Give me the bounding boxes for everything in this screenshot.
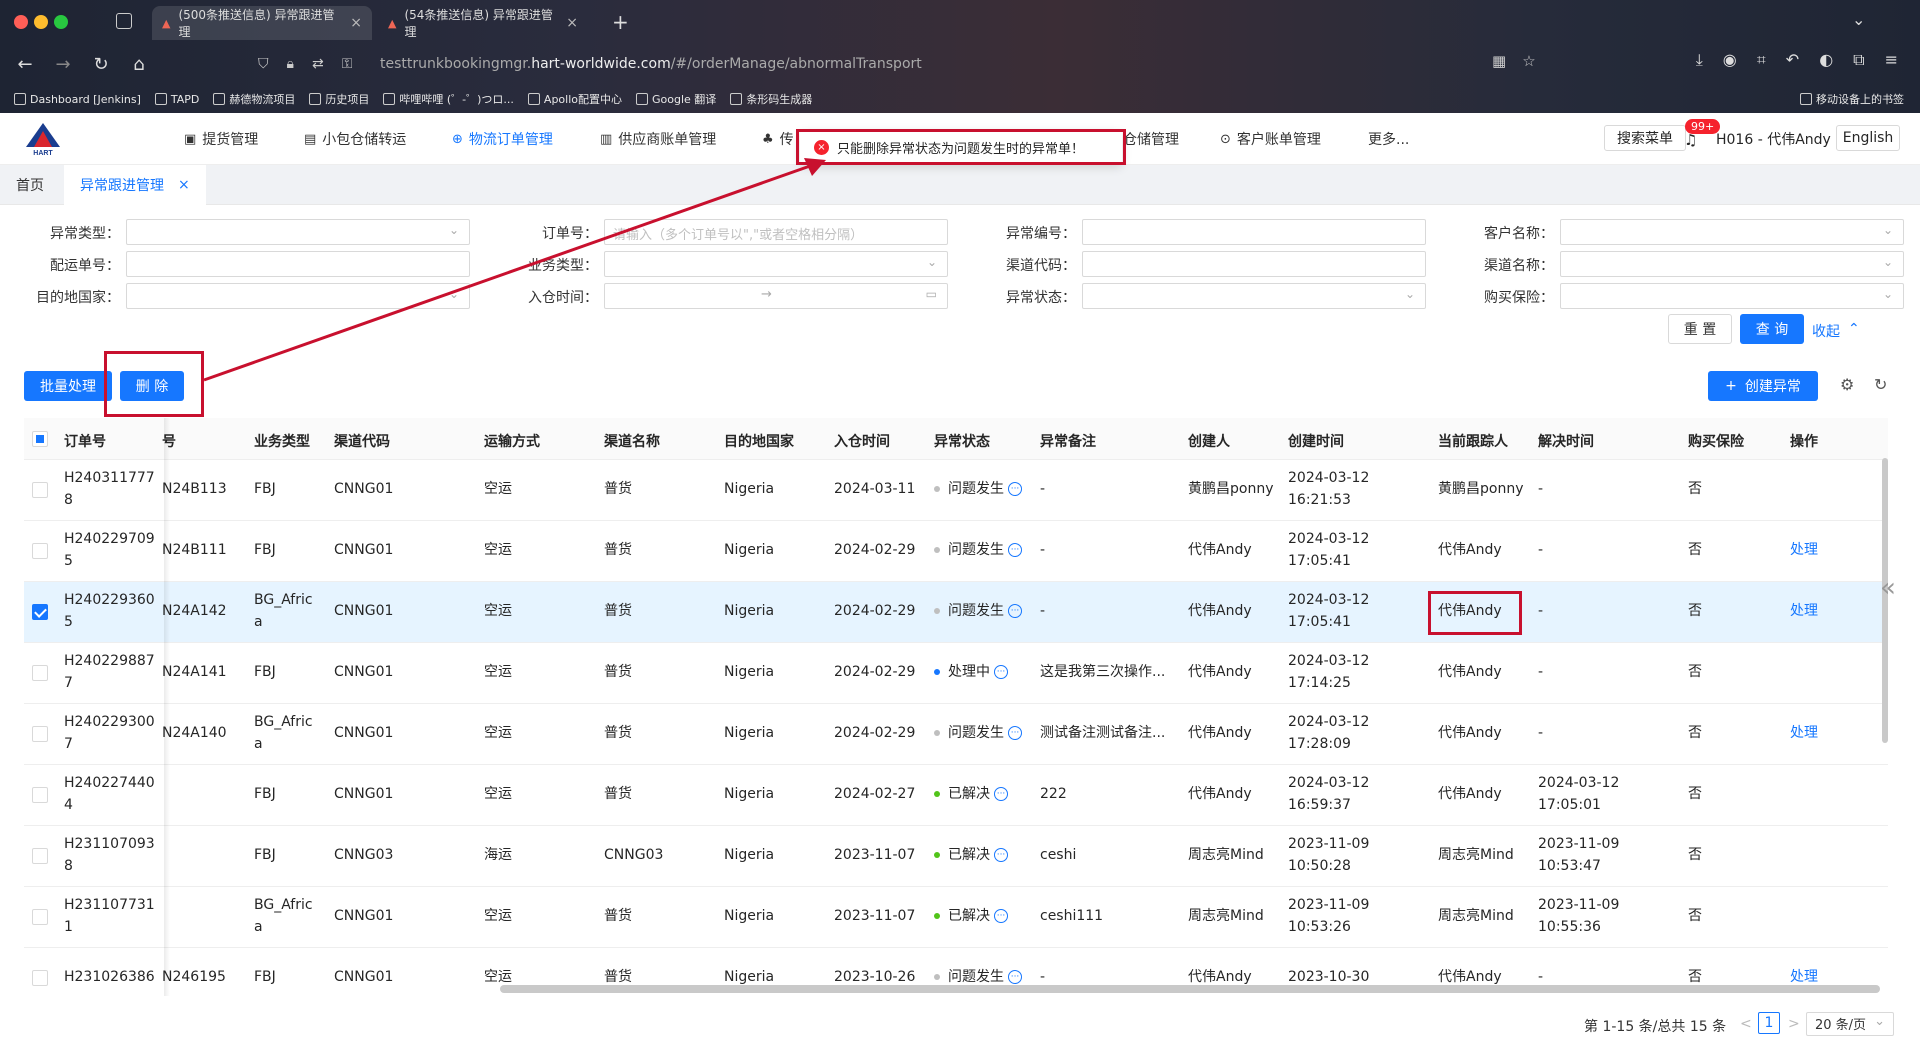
annotation-arrow	[203, 158, 826, 382]
